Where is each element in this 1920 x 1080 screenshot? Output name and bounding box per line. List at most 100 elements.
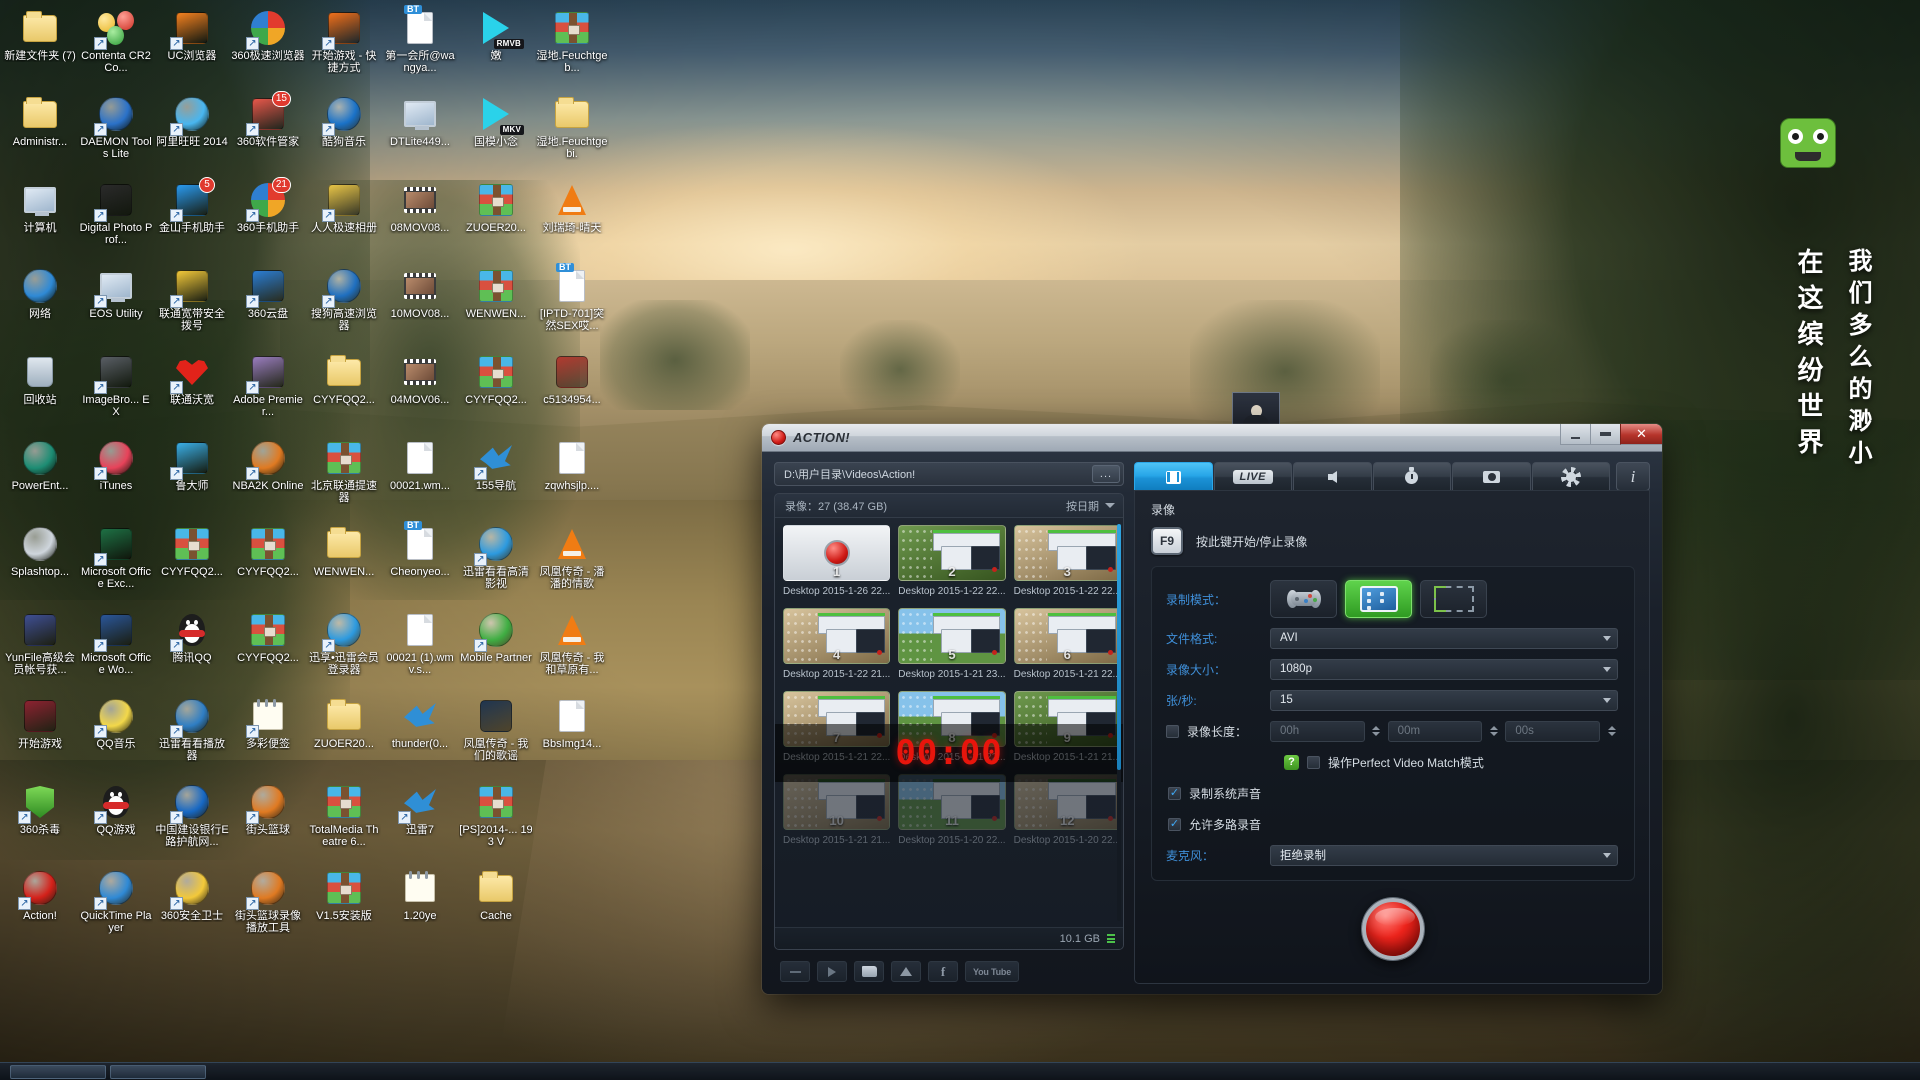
desktop-icon[interactable]: CYYFQQ2... [306, 348, 382, 434]
desktop-icon[interactable]: 人人极速相册 [306, 176, 382, 262]
desktop-icon[interactable]: zqwhsjlp.... [534, 434, 610, 520]
desktop-icon[interactable]: 凤凰传奇 - 我们的歌谣 [458, 692, 534, 778]
desktop-icon[interactable]: 360极速浏览器 [230, 4, 306, 90]
desktop-icon[interactable]: Mobile Partner [458, 606, 534, 692]
facebook-share-button[interactable]: f [928, 961, 958, 982]
desktop-icon[interactable]: 迅雷看看高清影视 [458, 520, 534, 606]
multichannel-audio-checkbox[interactable] [1168, 817, 1181, 831]
desktop-icon[interactable]: c5134954... [534, 348, 610, 434]
desktop-icon[interactable]: DTLite449... [382, 90, 458, 176]
desktop-icon[interactable]: 04MOV06... [382, 348, 458, 434]
browse-folder-button[interactable]: ... [1092, 465, 1120, 483]
tab-benchmark[interactable] [1372, 462, 1451, 491]
desktop-icon[interactable]: 08MOV08... [382, 176, 458, 262]
desktop-icon[interactable]: 鲁大师 [154, 434, 230, 520]
desktop-icon[interactable]: 回收站 [2, 348, 78, 434]
desktop-icon[interactable]: Action! [2, 864, 78, 950]
hotkey-key[interactable]: F9 [1151, 527, 1183, 555]
desktop-icon[interactable]: 迅雷看看播放器 [154, 692, 230, 778]
mode-region-button[interactable] [1420, 580, 1487, 618]
video-size-select[interactable]: 1080p [1270, 658, 1618, 680]
desktop-icon[interactable]: Digital Photo Prof... [78, 176, 154, 262]
desktop-icon[interactable]: 10MOV08... [382, 262, 458, 348]
desktop-icon[interactable]: thunder(0... [382, 692, 458, 778]
desktop-icon[interactable]: 凤凰传奇 - 我和草原有... [534, 606, 610, 692]
desktop-icon[interactable]: MKV 国模小念 [458, 90, 534, 176]
perfect-video-match-checkbox[interactable] [1307, 755, 1320, 769]
youtube-share-button[interactable]: You Tube [965, 961, 1019, 982]
desktop-icon[interactable]: V1.5安装版 [306, 864, 382, 950]
desktop-icon[interactable]: ImageBro... EX [78, 348, 154, 434]
desktop-icon[interactable]: DAEMON Tools Lite [78, 90, 154, 176]
microphone-select[interactable]: 拒绝录制 [1270, 844, 1618, 866]
minimize-button[interactable] [1560, 424, 1590, 445]
taskbar-item[interactable] [110, 1064, 206, 1079]
desktop-icon[interactable]: BbsImg14... [534, 692, 610, 778]
recording-thumbnail[interactable]: 5 Desktop 2015-1-21 23... [898, 608, 1006, 682]
taskbar-item[interactable] [10, 1064, 106, 1079]
desktop-icon[interactable]: WENWEN... [306, 520, 382, 606]
desktop-icon[interactable]: 360云盘 [230, 262, 306, 348]
desktop-icon[interactable]: 1.20ye [382, 864, 458, 950]
tab-settings[interactable] [1531, 462, 1610, 491]
desktop-icon[interactable]: 刘瑞琦-晴天 [534, 176, 610, 262]
recording-thumbnail[interactable]: 2 Desktop 2015-1-22 22... [898, 525, 1006, 599]
desktop-icon[interactable]: Cache [458, 864, 534, 950]
desktop-icon[interactable]: Microsoft Office Exc... [78, 520, 154, 606]
desktop-icon[interactable]: QQ音乐 [78, 692, 154, 778]
desktop-icon[interactable]: QQ游戏 [78, 778, 154, 864]
desktop-icon[interactable]: PowerEnt... [2, 434, 78, 520]
desktop-icon[interactable]: ZUOER20... [306, 692, 382, 778]
desktop-icon[interactable]: Splashtop... [2, 520, 78, 606]
close-button[interactable]: ✕ [1620, 424, 1662, 445]
desktop-icon[interactable]: 腾讯QQ [154, 606, 230, 692]
desktop-icon[interactable]: 开始游戏 [2, 692, 78, 778]
desktop-icon[interactable]: 00021.wm... [382, 434, 458, 520]
desktop-icon[interactable]: 15 360软件管家 [230, 90, 306, 176]
file-format-select[interactable]: AVI [1270, 627, 1618, 649]
recording-thumbnail[interactable]: 12 Desktop 2015-1-20 22... [1013, 774, 1121, 848]
desktop-icon[interactable]: 酷狗音乐 [306, 90, 382, 176]
recording-thumbnail[interactable]: 9 Desktop 2015-1-21 21... [1013, 691, 1121, 765]
upload-button[interactable] [891, 961, 921, 982]
desktop-icon[interactable]: 联通沃宽 [154, 348, 230, 434]
desktop-icon[interactable]: UC浏览器 [154, 4, 230, 90]
recording-thumbnail[interactable]: 4 Desktop 2015-1-22 21... [783, 608, 891, 682]
desktop-icon[interactable]: BT [IPTD-701]突然SEX哎... [534, 262, 610, 348]
desktop-icon[interactable]: CYYFQQ2... [154, 520, 230, 606]
thumbnails-scrollbar[interactable] [1117, 524, 1121, 921]
desktop-icon[interactable]: 21 360手机助手 [230, 176, 306, 262]
desktop-icon[interactable]: 中国建设银行E路护航网... [154, 778, 230, 864]
duration-hours-field[interactable]: 00h [1270, 720, 1365, 742]
desktop-icon[interactable]: WENWEN... [458, 262, 534, 348]
desktop-icon[interactable]: Microsoft Office Wo... [78, 606, 154, 692]
recording-thumbnail[interactable]: 1 Desktop 2015-1-26 22... [783, 525, 891, 599]
desktop-icon[interactable]: 迅享•迅雷会员登录器 [306, 606, 382, 692]
sort-by-label[interactable]: 按日期 [1066, 498, 1099, 514]
desktop-icon[interactable]: 湿地.Feuchtgeb... [534, 4, 610, 90]
open-folder-button[interactable] [854, 961, 884, 982]
window-titlebar[interactable]: ACTION! ✕ [762, 424, 1662, 452]
desktop-icon[interactable]: Adobe Premier... [230, 348, 306, 434]
desktop-icon[interactable]: 凤凰传奇 - 潘潘的情歌 [534, 520, 610, 606]
record-button[interactable] [1362, 898, 1424, 960]
desktop-icon[interactable]: Administr... [2, 90, 78, 176]
desktop-icon[interactable]: iTunes [78, 434, 154, 520]
play-button[interactable] [817, 961, 847, 982]
desktop-icon[interactable]: [PS]2014-... 193 V [458, 778, 534, 864]
delete-button[interactable] [780, 961, 810, 982]
mode-desktop-button[interactable] [1345, 580, 1412, 618]
desktop-icon[interactable]: 网络 [2, 262, 78, 348]
desktop-icon[interactable]: 155导航 [458, 434, 534, 520]
desktop-icon[interactable]: 开始游戏 - 快捷方式 [306, 4, 382, 90]
duration-seconds-stepper[interactable] [1605, 726, 1618, 736]
desktop-icon[interactable]: 360杀毒 [2, 778, 78, 864]
desktop-icon[interactable]: RMVB 嫩 [458, 4, 534, 90]
recording-thumbnail[interactable]: 3 Desktop 2015-1-22 22... [1013, 525, 1121, 599]
maximize-button[interactable] [1590, 424, 1620, 445]
desktop-icon[interactable]: 多彩便签 [230, 692, 306, 778]
desktop-icon[interactable]: EOS Utility [78, 262, 154, 348]
desktop-icon[interactable]: CYYFQQ2... [230, 520, 306, 606]
desktop-icon[interactable]: 北京联通提速器 [306, 434, 382, 520]
desktop-icon[interactable]: QuickTime Player [78, 864, 154, 950]
